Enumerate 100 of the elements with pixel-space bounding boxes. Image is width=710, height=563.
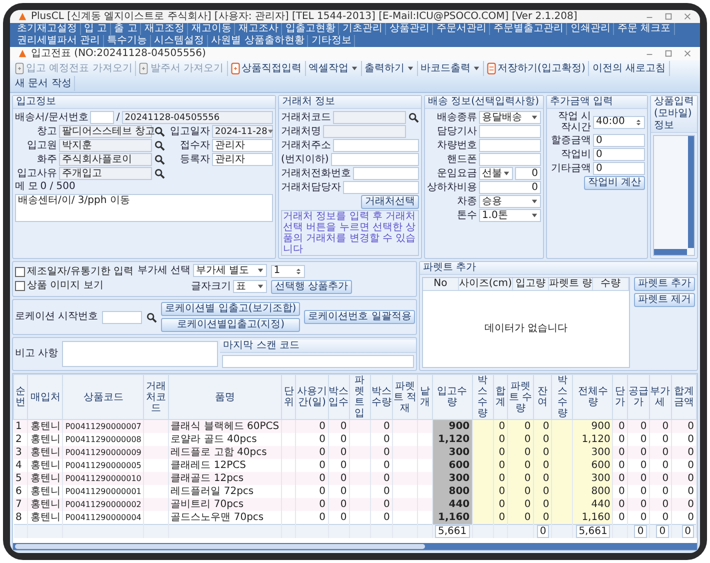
quantity-spinner[interactable]: 1 [270, 264, 305, 278]
horizontal-scrollbar[interactable] [13, 543, 697, 550]
caret-icon[interactable] [256, 283, 264, 290]
caret-icon[interactable] [503, 170, 510, 177]
search-icon[interactable] [154, 168, 165, 179]
menu-item[interactable]: 상품관리 [386, 23, 434, 35]
menu-item[interactable]: 재고조정 [141, 23, 188, 35]
menu-item[interactable]: 입 고 [81, 23, 112, 35]
input-field[interactable]: 0 [479, 181, 541, 194]
caret-icon[interactable] [267, 128, 274, 135]
field-label: 배송종류 [436, 112, 477, 124]
scan-code-field[interactable] [222, 355, 414, 368]
dropdown[interactable]: 선불 [479, 167, 513, 180]
maximize-icon[interactable] [664, 49, 673, 58]
toolbar-button[interactable]: 바코드출력 [418, 61, 484, 76]
input-field[interactable] [333, 139, 419, 152]
search-icon[interactable] [146, 312, 158, 322]
menu-item[interactable]: 주문별출고관리 [490, 23, 568, 35]
location-button[interactable]: 로케이션별 입출고(보기조합) [161, 302, 300, 316]
input-field[interactable] [333, 111, 406, 124]
input-field[interactable] [479, 125, 541, 138]
checkbox[interactable]: 상품 이미지 보기 [15, 280, 134, 292]
caret-icon[interactable] [472, 65, 480, 72]
remarks-field[interactable] [62, 341, 218, 367]
menu-item[interactable]: 재고조사 [235, 23, 282, 35]
menu-item[interactable]: 주문서관리 [433, 23, 490, 35]
dropdown[interactable]: 승용 [479, 195, 541, 208]
column-header: 입고수량 [436, 386, 468, 408]
close-icon[interactable] [683, 12, 692, 21]
search-icon[interactable] [154, 126, 165, 137]
dropdown[interactable]: 부가세 별도 [192, 264, 267, 277]
dropdown[interactable]: 용달배송 [479, 111, 541, 124]
toolbar-button[interactable]: 새 문서 작성 [12, 76, 76, 91]
input-field[interactable] [353, 167, 419, 180]
table-cell: 홍텐니 [30, 434, 60, 444]
location-button[interactable]: 로케이션번호 일괄적용 [304, 310, 416, 324]
input-field[interactable]: 관리자 [212, 139, 273, 152]
input-field[interactable]: 0 [593, 134, 645, 147]
input-field[interactable]: 주개입고 [59, 167, 152, 180]
input-field[interactable] [330, 153, 419, 166]
search-icon[interactable] [154, 140, 165, 151]
maximize-icon[interactable] [664, 12, 673, 21]
caret-icon[interactable] [256, 267, 264, 274]
select-client-button[interactable]: 거래처선택 [361, 195, 419, 209]
column-header: 공급가 [628, 386, 649, 408]
dropdown[interactable]: 표 [232, 280, 267, 293]
input-field[interactable] [90, 111, 114, 124]
search-icon[interactable] [154, 154, 165, 165]
toolbar-button[interactable]: 엑셀작업 [306, 61, 362, 76]
menu-item[interactable]: 인쇄관리 [567, 23, 614, 35]
caret-icon[interactable] [350, 65, 358, 72]
toolbar-button[interactable]: 상품직접입력 [228, 61, 306, 76]
table-cell: 0 [688, 486, 694, 496]
menu-item[interactable]: 재고이동 [188, 23, 236, 35]
calculate-button[interactable]: 작업비 계산 [584, 176, 645, 190]
input-field[interactable]: 0 [593, 148, 645, 161]
menu-item[interactable]: 주문 체크포 [614, 23, 675, 35]
time-spinner[interactable]: 40:00 [593, 116, 645, 128]
close-icon[interactable] [683, 49, 692, 58]
input-field[interactable]: 관리자 [212, 153, 273, 166]
input-field[interactable] [479, 153, 541, 166]
field-label: 운임요금 [436, 168, 477, 180]
input-field[interactable] [102, 310, 142, 324]
spinner-arrows-icon[interactable] [294, 268, 302, 274]
location-button[interactable]: 로케이션별입출고(지정) [161, 318, 300, 332]
caret-icon[interactable] [531, 114, 538, 121]
input-field[interactable]: 주식회사플로이 [59, 153, 152, 166]
field-label: 거래처전화번호 [281, 168, 351, 180]
menu-item[interactable]: 출 고 [111, 23, 142, 35]
checkbox[interactable]: 제조일자/유통기한 입력 [15, 266, 134, 278]
table-cell: 1 [16, 420, 22, 432]
date-field[interactable]: 2024-11-28 [212, 125, 273, 138]
menu-item[interactable]: 초기재고설정 [14, 23, 81, 35]
add-selected-button[interactable]: 선택행 상품추가 [270, 280, 352, 294]
menu-item[interactable]: 입출고현황 [282, 23, 340, 35]
memo-field[interactable]: 배송센터/이/ 3/pph 이동 [15, 194, 273, 222]
table-cell: 0 [662, 486, 669, 496]
toolbar-button[interactable]: 출력하기 [362, 61, 418, 76]
table-cell: 0 [662, 498, 669, 510]
toolbar-button[interactable]: 이전의 새로고침 [589, 61, 670, 76]
spinner-arrows-icon[interactable] [635, 118, 642, 126]
caret-icon[interactable] [406, 65, 414, 72]
table-cell: 0 [640, 498, 647, 510]
input-field[interactable]: 박지훈 [59, 139, 152, 152]
input-field[interactable] [479, 139, 541, 152]
table-cell: 0 [498, 486, 506, 496]
list-box[interactable] [653, 135, 695, 256]
total-cell: 5,661 [435, 524, 470, 538]
search-icon[interactable] [408, 112, 419, 123]
pallet-button[interactable]: 파렛트 추가 [634, 277, 695, 291]
table-cell: 0 [640, 460, 647, 470]
input-field[interactable]: 0 [515, 167, 541, 180]
menu-item[interactable]: 기초관리 [339, 23, 386, 35]
input-field[interactable]: 0 [593, 162, 645, 175]
pallet-button[interactable]: 파렛트 제거 [634, 293, 695, 307]
input-field[interactable] [343, 181, 419, 194]
input-field[interactable] [323, 125, 406, 138]
input-field[interactable]: 팔디어스스테브 창고 [59, 125, 152, 138]
dropdown[interactable]: 1.0톤 [479, 209, 541, 222]
toolbar-button[interactable]: 저장하기(입고확정) [484, 61, 590, 76]
